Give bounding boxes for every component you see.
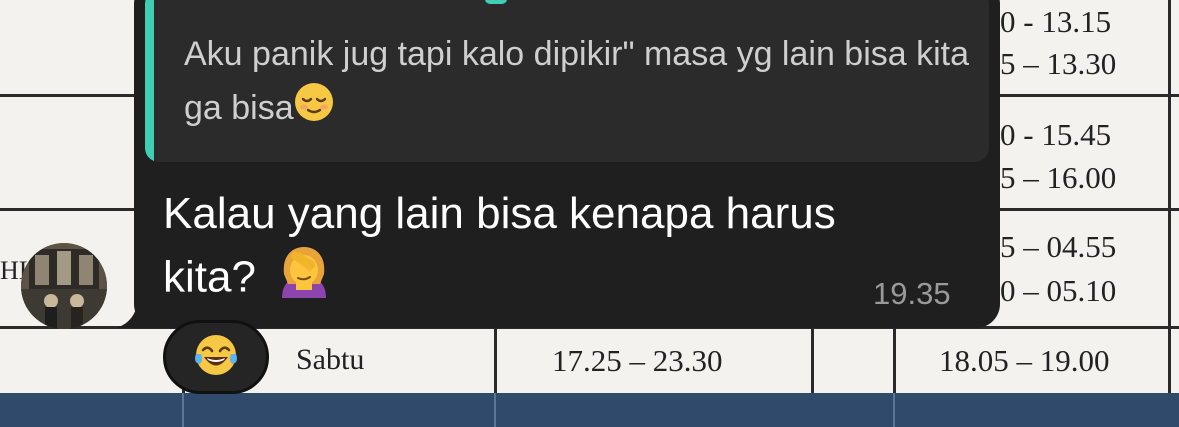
message-timestamp: 19.35 <box>873 276 951 311</box>
message-text: Kalau yang lain bisa kenapa harus kita? <box>163 184 963 316</box>
message-text-line: kita? <box>163 244 963 316</box>
reply-quote[interactable]: Aku panik jug tapi kalo dipikir" masa yg… <box>145 0 989 162</box>
table-cell-day: Sabtu <box>296 343 365 376</box>
person-facepalming-icon <box>276 244 332 316</box>
table-cell: 5 – 04.55 <box>1000 229 1117 264</box>
table-cell: 17.25 – 23.30 <box>552 343 723 378</box>
table-col-divider <box>811 326 814 393</box>
reaction-chip[interactable] <box>163 320 269 394</box>
table-col-divider <box>893 326 896 393</box>
table-col-divider <box>494 393 496 427</box>
table-cell: 0 – 05.10 <box>1000 273 1117 308</box>
table-cell: 18.05 – 19.00 <box>939 343 1110 378</box>
table-col-divider <box>182 393 184 427</box>
relieved-face-icon <box>294 82 334 138</box>
sender-avatar[interactable] <box>21 243 107 329</box>
table-cell: 0 - 15.45 <box>1000 117 1112 152</box>
message-text-line: Kalau yang lain bisa kenapa harus <box>163 189 836 238</box>
table-cell: 5 – 13.30 <box>1000 46 1117 81</box>
table-cell: 5 – 16.00 <box>1000 160 1117 195</box>
table-cell: 0 - 13.15 <box>1000 4 1112 39</box>
table-footer-band <box>0 393 1179 427</box>
reply-quote-text: Aku panik jug tapi kalo dipikir" masa yg… <box>184 27 974 138</box>
table-col-divider <box>1168 0 1171 393</box>
table-col-divider <box>893 393 895 427</box>
reply-accent-dot <box>485 0 507 4</box>
face-with-tears-of-joy-icon <box>193 332 239 383</box>
reply-accent-bar <box>145 0 154 162</box>
table-col-divider <box>494 326 497 393</box>
